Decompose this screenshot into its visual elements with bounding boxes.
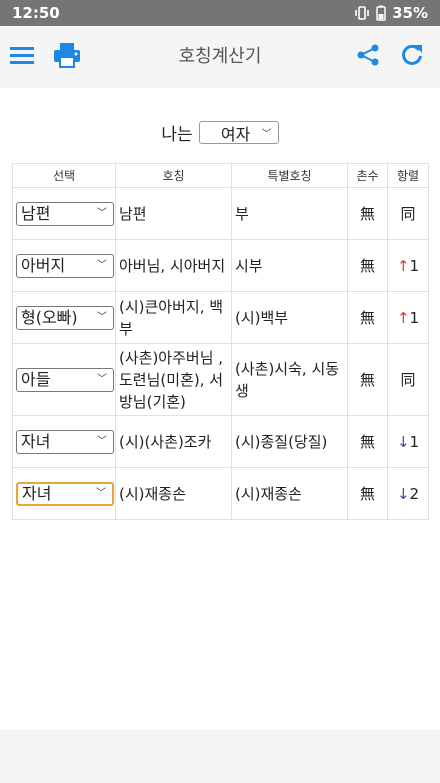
battery-percent: 35% <box>392 4 428 22</box>
gender-value: 여자 <box>220 124 251 144</box>
header-hangryeol: 항렬 <box>387 163 429 188</box>
bottom-area <box>0 730 440 783</box>
header-special: 특별호칭 <box>231 163 348 188</box>
hangryeol-cell: ↑1 <box>387 239 429 292</box>
title-cell: 아버님, 시아버지 <box>115 239 232 292</box>
kinship-table: 선택 호칭 특별호칭 촌수 항렬 남편 ﹀ 남편 부 無 同 아버지 ﹀ 아버님, … <box>12 163 429 520</box>
refresh-icon <box>400 43 424 71</box>
status-indicators: 35% <box>354 4 428 22</box>
status-bar: 12:50 35% <box>0 0 440 26</box>
vibrate-icon <box>354 6 370 20</box>
chonsu-cell: 無 <box>347 239 388 292</box>
relation-select[interactable]: 자녀 ﹀ <box>16 429 114 454</box>
relation-select-focused[interactable]: 자녀 ﹀ <box>16 481 114 506</box>
special-cell: (시)종질(당질) <box>231 415 348 468</box>
header-select: 선택 <box>12 163 116 188</box>
title-cell: (사촌)아주버님 , 도련님(미혼), 서방님(기혼) <box>115 343 232 416</box>
print-icon <box>53 42 81 72</box>
chonsu-cell: 無 <box>347 415 388 468</box>
table-row: 자녀 ﹀ (시)(사촌)조카 (시)종질(당질) 無 ↓1 <box>12 415 429 468</box>
arrow-down-icon: ↓ <box>396 484 410 503</box>
chonsu-cell: 無 <box>347 467 388 520</box>
gender-select[interactable]: 여자 ﹀ <box>198 121 279 144</box>
hangryeol-cell: ↑1 <box>387 291 429 344</box>
hangryeol-cell: 同 <box>387 343 429 416</box>
table-row: 남편 ﹀ 남편 부 無 同 <box>12 187 429 240</box>
special-cell: 시부 <box>231 239 348 292</box>
hangryeol-cell: 同 <box>387 187 429 240</box>
table-row: 아버지 ﹀ 아버님, 시아버지 시부 無 ↑1 <box>12 239 429 292</box>
relation-select[interactable]: 아들 ﹀ <box>16 367 114 392</box>
battery-icon <box>376 5 386 21</box>
table-row: 아들 ﹀ (사촌)아주버님 , 도련님(미혼), 서방님(기혼) (사촌)시숙, … <box>12 343 429 416</box>
hangryeol-value: 同 <box>400 204 416 223</box>
hangryeol-value: 1 <box>409 308 420 327</box>
header-title: 호칭 <box>115 163 232 188</box>
share-button[interactable] <box>346 35 390 79</box>
relation-select[interactable]: 아버지 ﹀ <box>16 253 114 278</box>
chevron-down-icon: ﹀ <box>97 435 107 447</box>
chonsu-cell: 無 <box>347 291 388 344</box>
chevron-down-icon: ﹀ <box>97 373 107 385</box>
chevron-down-icon: ﹀ <box>97 311 107 323</box>
share-icon <box>356 43 380 71</box>
refresh-button[interactable] <box>390 35 434 79</box>
hangryeol-value: 1 <box>409 432 420 451</box>
table-header-row: 선택 호칭 특별호칭 촌수 항렬 <box>12 163 429 188</box>
chevron-down-icon: ﹀ <box>97 207 107 219</box>
hangryeol-cell: ↓2 <box>387 467 429 520</box>
arrow-up-icon: ↑ <box>396 308 410 327</box>
print-button[interactable] <box>45 35 89 79</box>
chevron-down-icon: ﹀ <box>96 487 106 499</box>
menu-button[interactable] <box>0 35 44 79</box>
title-cell: (시)큰아버지, 백부 <box>115 291 232 344</box>
main-content: 나는 여자 ﹀ 선택 호칭 특별호칭 촌수 항렬 남편 ﹀ 남편 부 無 同 아… <box>0 88 440 730</box>
title-cell: (시)재종손 <box>115 467 232 520</box>
special-cell: 부 <box>231 187 348 240</box>
gender-row: 나는 여자 ﹀ <box>0 120 440 145</box>
special-cell: (시)백부 <box>231 291 348 344</box>
chonsu-cell: 無 <box>347 343 388 416</box>
arrow-up-icon: ↑ <box>396 256 410 275</box>
hangryeol-value: 1 <box>409 256 420 275</box>
title-cell: (시)(사촌)조카 <box>115 415 232 468</box>
chonsu-cell: 無 <box>347 187 388 240</box>
relation-select[interactable]: 남편 ﹀ <box>16 201 114 226</box>
menu-icon <box>9 45 35 69</box>
chevron-down-icon: ﹀ <box>97 259 107 271</box>
chevron-down-icon: ﹀ <box>261 129 272 140</box>
table-row: 자녀 ﹀ (시)재종손 (시)재종손 無 ↓2 <box>12 467 429 520</box>
arrow-down-icon: ↓ <box>396 432 410 451</box>
header-chonsu: 촌수 <box>347 163 388 188</box>
status-time: 12:50 <box>12 4 60 22</box>
hangryeol-value: 2 <box>409 484 420 503</box>
special-cell: (시)재종손 <box>231 467 348 520</box>
hangryeol-cell: ↓1 <box>387 415 429 468</box>
relation-select[interactable]: 형(오빠) ﹀ <box>16 305 114 330</box>
gender-label: 나는 <box>161 125 193 145</box>
hangryeol-value: 同 <box>400 370 416 389</box>
app-bar: 호칭계산기 <box>0 26 440 88</box>
special-cell: (사촌)시숙, 시동생 <box>231 343 348 416</box>
table-row: 형(오빠) ﹀ (시)큰아버지, 백부 (시)백부 無 ↑1 <box>12 291 429 344</box>
title-cell: 남편 <box>115 187 232 240</box>
